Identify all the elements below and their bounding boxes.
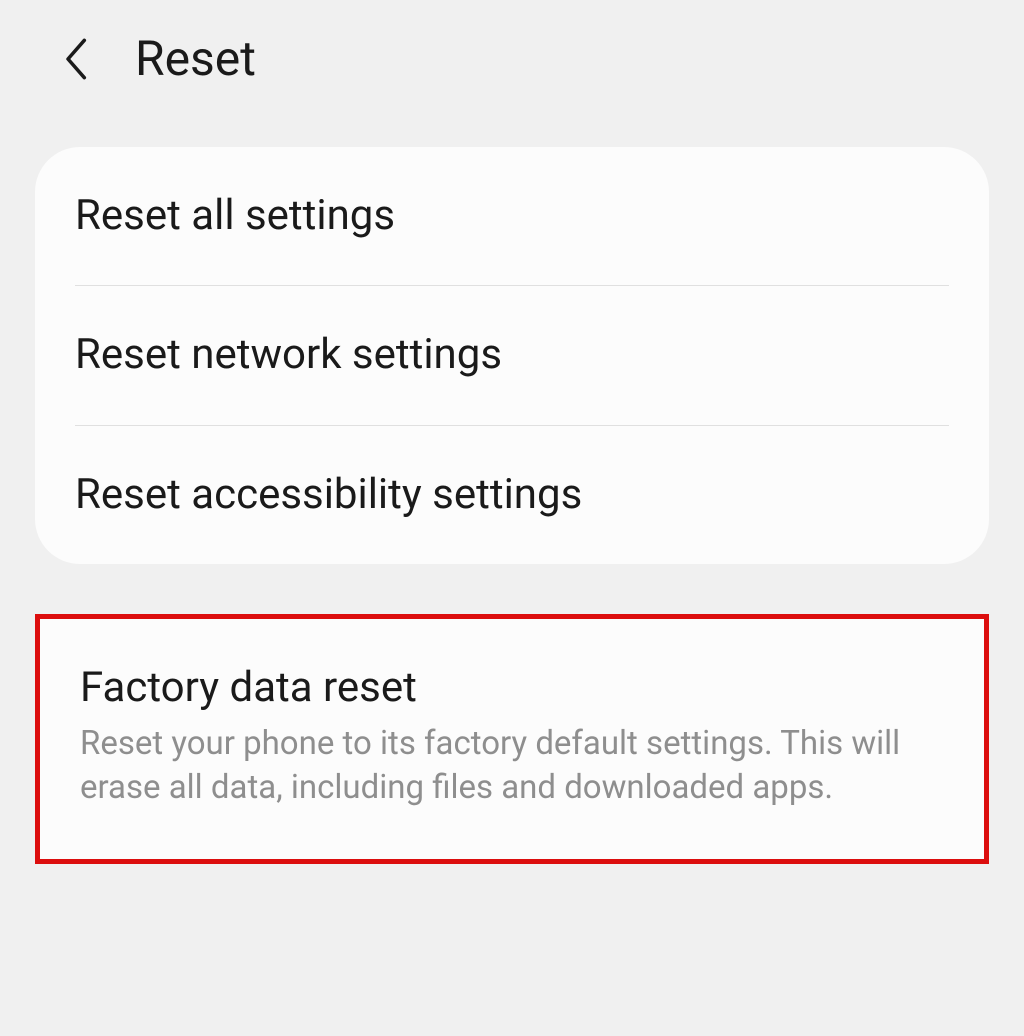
factory-reset-card: Factory data reset Reset your phone to i… <box>35 614 989 863</box>
list-item-description: Reset your phone to its factory default … <box>80 722 944 811</box>
list-item-title: Factory data reset <box>80 663 944 713</box>
factory-data-reset-item[interactable]: Factory data reset Reset your phone to i… <box>40 619 984 858</box>
list-item-title: Reset network settings <box>75 330 949 380</box>
list-item-title: Reset accessibility settings <box>75 470 949 520</box>
page-title: Reset <box>135 30 256 87</box>
list-item-title: Reset all settings <box>75 191 949 241</box>
reset-all-settings-item[interactable]: Reset all settings <box>35 147 989 285</box>
reset-accessibility-settings-item[interactable]: Reset accessibility settings <box>35 426 989 564</box>
settings-card-1: Reset all settings Reset network setting… <box>35 147 989 564</box>
reset-network-settings-item[interactable]: Reset network settings <box>35 286 989 424</box>
back-icon[interactable] <box>60 35 90 83</box>
header: Reset <box>0 0 1024 127</box>
